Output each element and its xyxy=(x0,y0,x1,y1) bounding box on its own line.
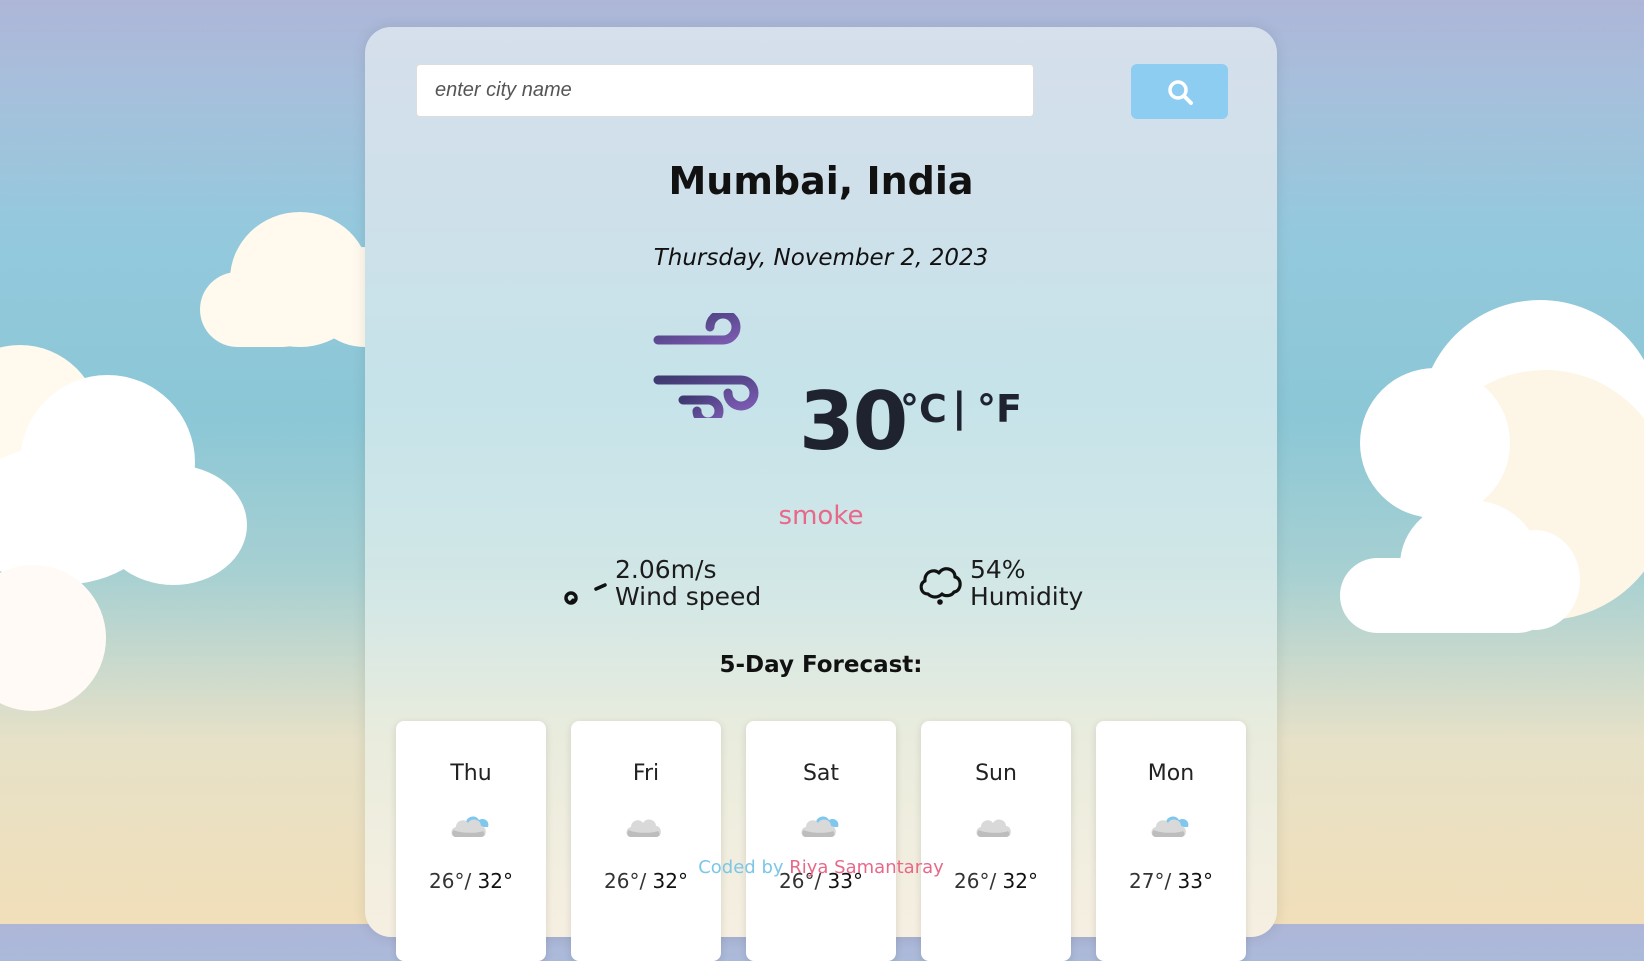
city-search-input[interactable] xyxy=(416,64,1034,117)
forecast-day-card: Sat 26°/ 33° xyxy=(746,721,896,961)
humidity-label: Humidity xyxy=(970,582,1084,611)
forecast-day-name: Sat xyxy=(802,761,840,786)
forecast-day-card: Mon 27°/ 33° xyxy=(1096,721,1246,961)
search-icon xyxy=(1167,79,1193,105)
cloud-icon xyxy=(451,816,489,837)
footer-credit: Coded by Riya Samantaray xyxy=(365,857,1277,878)
wind-gauge-icon xyxy=(564,583,607,605)
background-cloud-right xyxy=(1340,300,1644,635)
wind-icon xyxy=(653,313,759,418)
wind-speed-label: Wind speed xyxy=(615,582,762,611)
forecast-day-card: Thu 26°/ 32° xyxy=(396,721,546,961)
city-name: Mumbai, India xyxy=(668,159,974,203)
unit-fahrenheit-toggle[interactable]: °F xyxy=(977,387,1022,431)
forecast-day-name: Sun xyxy=(975,761,1017,786)
wind-speed-value: 2.06m/s xyxy=(615,555,717,584)
temperature-value: 30 xyxy=(799,375,908,468)
forecast-day-card: Sun 26°/ 32° xyxy=(921,721,1071,961)
cloud-outline-icon xyxy=(919,567,962,605)
search-button[interactable] xyxy=(1131,64,1228,119)
weather-card: Mumbai, India Thursday, November 2, 2023… xyxy=(365,27,1277,961)
current-date: Thursday, November 2, 2023 xyxy=(653,245,989,271)
humidity-info: 54% Humidity xyxy=(970,556,1083,610)
cloud-icon xyxy=(976,819,1011,837)
forecast-day-name: Thu xyxy=(450,761,492,786)
unit-separator: | xyxy=(952,385,967,431)
forecast-day-name: Fri xyxy=(632,761,660,786)
cloud-icon xyxy=(801,816,839,837)
forecast-title: 5-Day Forecast: xyxy=(719,652,923,678)
footer-author-link[interactable]: Riya Samantaray xyxy=(789,857,944,878)
unit-celsius-toggle[interactable]: °C xyxy=(900,387,947,431)
weather-description: smoke xyxy=(778,501,864,531)
forecast-day-card: Fri 26°/ 32° xyxy=(571,721,721,961)
cloud-icon xyxy=(626,819,661,837)
cloud-icon xyxy=(1151,816,1189,837)
forecast-day-name: Mon xyxy=(1147,761,1195,786)
background-cloud-left xyxy=(0,345,250,715)
wind-info: 2.06m/s Wind speed xyxy=(615,556,761,610)
footer-prefix: Coded by xyxy=(698,857,784,878)
humidity-value: 54% xyxy=(970,555,1026,584)
